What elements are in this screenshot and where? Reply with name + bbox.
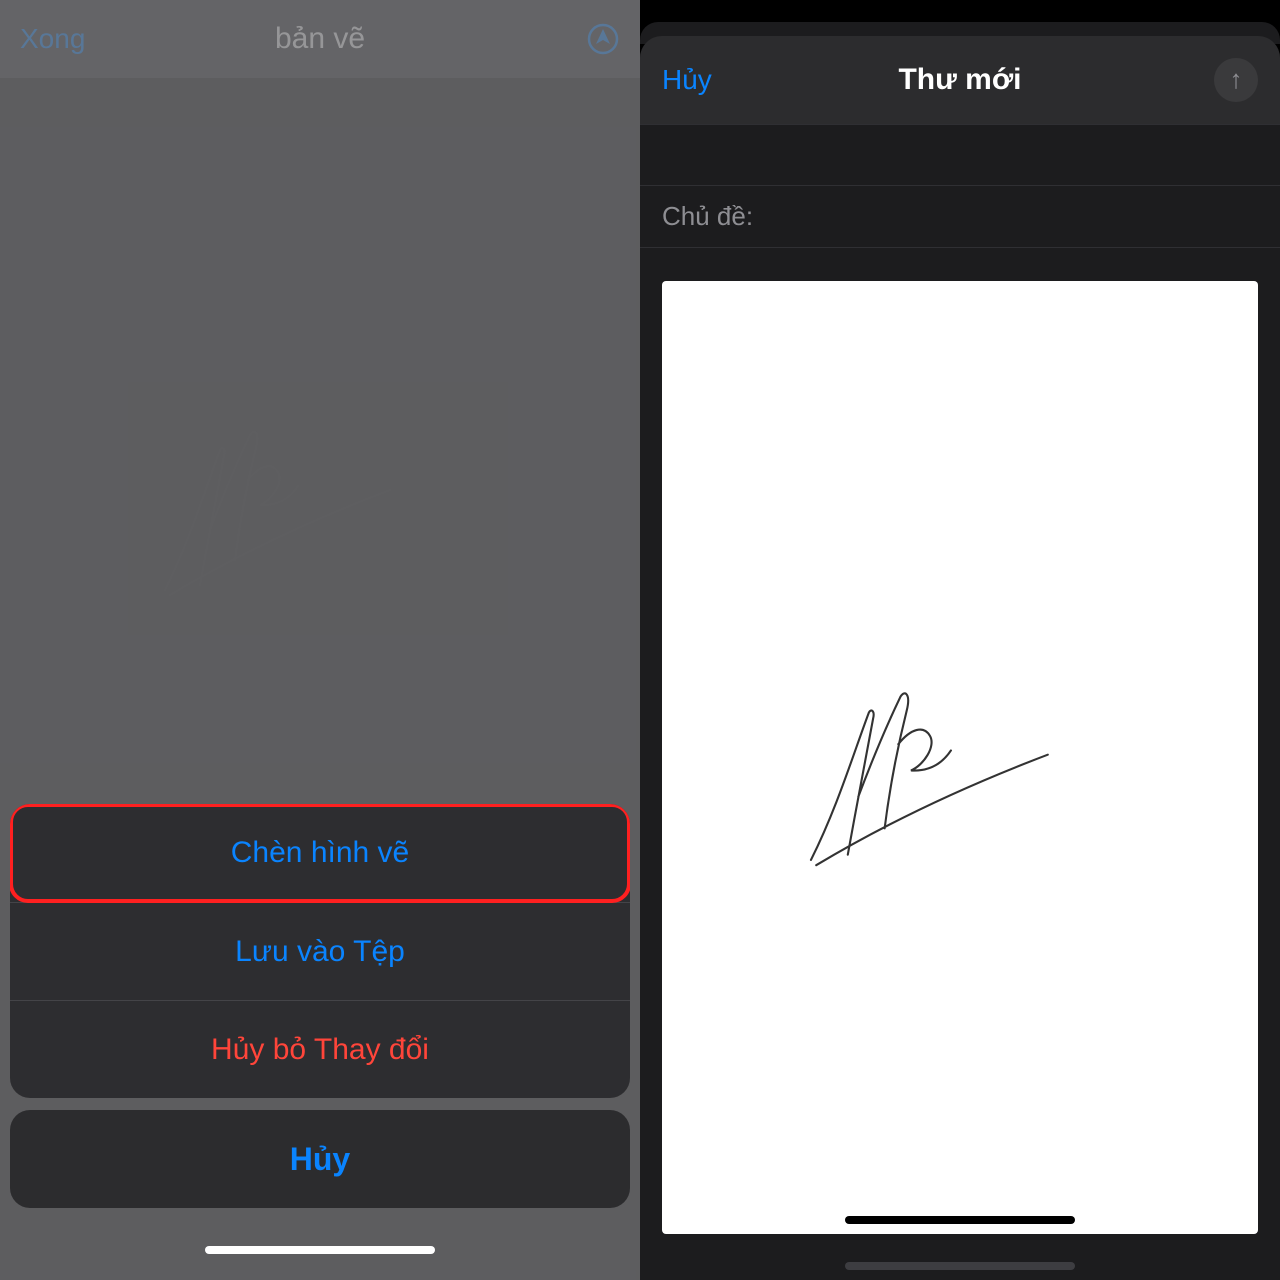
drawing-canvas[interactable] <box>0 78 640 1280</box>
home-indicator <box>845 1262 1075 1270</box>
compose-cancel-button[interactable]: Hủy <box>662 64 712 96</box>
compose-navbar: Hủy Thư mới ↑ <box>640 36 1280 124</box>
insert-drawing-button[interactable]: Chèn hình vẽ <box>10 804 630 902</box>
signature-drawing <box>792 681 1072 881</box>
send-button[interactable]: ↑ <box>1214 58 1258 102</box>
home-indicator <box>205 1246 435 1254</box>
compose-mail-screen: Hủy Thư mới ↑ Chủ đề: <box>640 0 1280 1280</box>
drawing-screen: Xong bản vẽ Chèn hình vẽ Lưu vào Tệp Hủy… <box>0 0 640 1280</box>
drawing-title: bản vẽ <box>0 22 640 56</box>
attachment-drawing[interactable] <box>662 281 1258 1234</box>
subject-label: Chủ đề: <box>662 201 753 232</box>
signature-drawing <box>150 420 410 610</box>
compose-title: Thư mới <box>640 63 1280 97</box>
action-sheet: Chèn hình vẽ Lưu vào Tệp Hủy bỏ Thay đổi <box>10 804 630 1098</box>
cancel-button[interactable]: Hủy <box>10 1110 630 1208</box>
arrow-up-icon: ↑ <box>1230 66 1243 92</box>
markup-tool-icon[interactable] <box>586 22 620 56</box>
subject-field[interactable]: Chủ đề: <box>640 186 1280 248</box>
compose-fields: Chủ đề: <box>640 124 1280 248</box>
done-button[interactable]: Xong <box>20 23 85 55</box>
to-field[interactable] <box>640 124 1280 186</box>
save-to-files-button[interactable]: Lưu vào Tệp <box>10 902 630 1000</box>
home-indicator <box>845 1216 1075 1224</box>
drawing-navbar: Xong bản vẽ <box>0 0 640 78</box>
compose-modal: Hủy Thư mới ↑ Chủ đề: <box>640 36 1280 1280</box>
discard-changes-button[interactable]: Hủy bỏ Thay đổi <box>10 1000 630 1098</box>
